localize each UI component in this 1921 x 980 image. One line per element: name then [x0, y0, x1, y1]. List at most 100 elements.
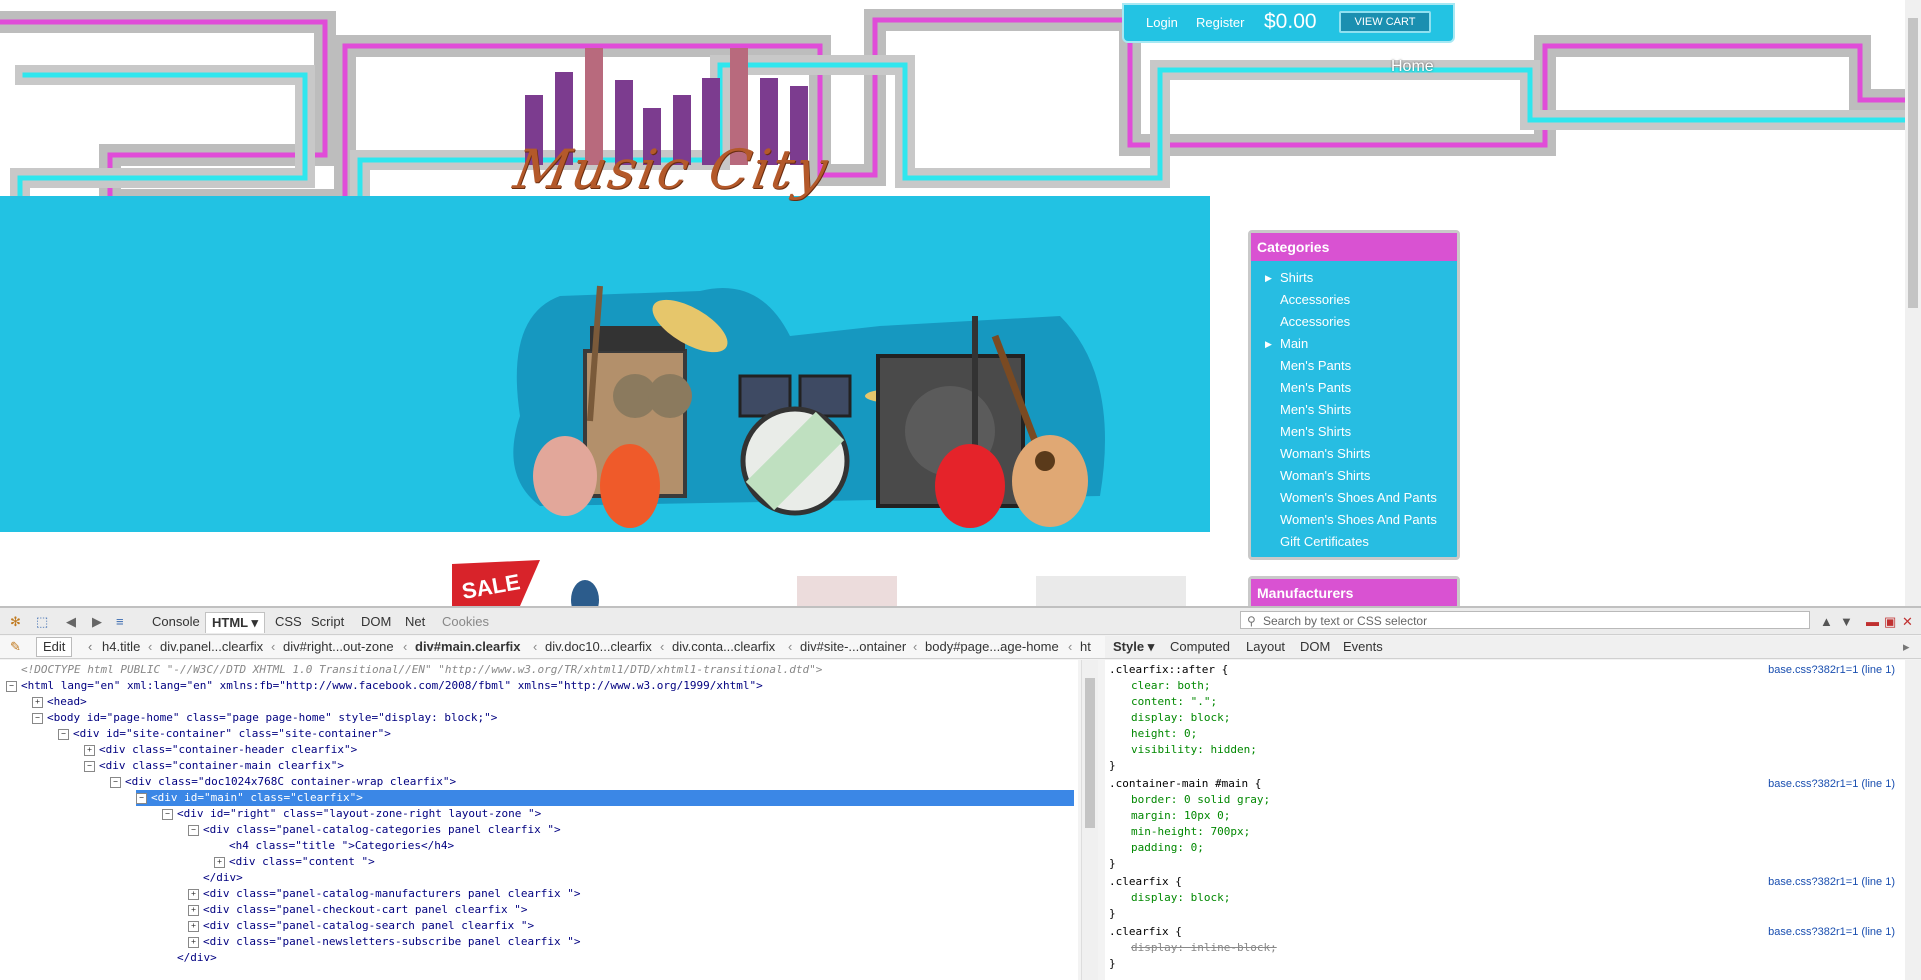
- edit-button[interactable]: Edit: [36, 637, 73, 657]
- style-scrollbar[interactable]: [1905, 660, 1921, 980]
- css-source-link[interactable]: base.css?382r1=1 (line 1): [1768, 924, 1895, 940]
- category-item[interactable]: Men's Pants: [1251, 355, 1457, 377]
- tab-computed[interactable]: Computed: [1170, 639, 1230, 654]
- html-node[interactable]: + <div class="container-header clearfix">: [84, 742, 357, 758]
- collapse-icon[interactable]: −: [32, 712, 43, 724]
- category-item[interactable]: Accessories: [1251, 311, 1457, 333]
- nav-home-link[interactable]: Home: [1391, 58, 1434, 76]
- side-panel-more-icon[interactable]: ▸: [1903, 639, 1910, 655]
- devtools-search-input[interactable]: ⚲ Search by text or CSS selector: [1240, 611, 1810, 629]
- expand-icon[interactable]: +: [32, 696, 43, 708]
- forward-icon[interactable]: ▶: [92, 612, 102, 632]
- html-node[interactable]: − <body id="page-home" class="page page-h…: [32, 710, 497, 726]
- css-property[interactable]: margin: 10px 0;: [1131, 808, 1230, 824]
- expand-icon[interactable]: +: [214, 856, 225, 868]
- tab-dom[interactable]: DOM: [361, 612, 391, 632]
- html-node[interactable]: − <div id="site-container" class="site-co…: [58, 726, 391, 742]
- html-node-selected[interactable]: − <div id="main" class="clearfix">: [136, 790, 1074, 806]
- css-property[interactable]: display: block;: [1131, 890, 1230, 906]
- expand-arrow-icon[interactable]: ▶: [1265, 333, 1272, 355]
- category-item[interactable]: ▶ Main: [1251, 333, 1457, 355]
- back-icon[interactable]: ◀: [66, 612, 76, 632]
- css-property[interactable]: border: 0 solid gray;: [1131, 792, 1270, 808]
- css-selector[interactable]: .clearfix::after {: [1109, 662, 1228, 678]
- expand-icon[interactable]: +: [188, 904, 199, 916]
- category-item[interactable]: Men's Shirts: [1251, 399, 1457, 421]
- detach-icon[interactable]: ▣: [1884, 612, 1896, 632]
- firebug-menu-icon[interactable]: ✻: [10, 612, 21, 632]
- html-node[interactable]: + <div class="panel-checkout-cart panel c…: [188, 902, 528, 918]
- category-item[interactable]: Women's Shoes And Pants: [1251, 509, 1457, 531]
- tab-net[interactable]: Net: [405, 612, 425, 632]
- html-node[interactable]: − <html lang="en" xml:lang="en" xmlns:fb=…: [6, 678, 763, 694]
- collapse-icon[interactable]: −: [136, 792, 147, 804]
- breadcrumb-item[interactable]: div#right...out-zone: [283, 639, 394, 654]
- expand-icon[interactable]: +: [188, 936, 199, 948]
- html-node[interactable]: </div>: [188, 870, 243, 886]
- html-node[interactable]: − <div id="right" class="layout-zone-righ…: [162, 806, 541, 822]
- css-property[interactable]: min-height: 700px;: [1131, 824, 1250, 840]
- tab-layout[interactable]: Layout: [1246, 639, 1285, 654]
- collapse-icon[interactable]: −: [84, 760, 95, 772]
- tab-console[interactable]: Console: [152, 612, 200, 632]
- tab-dom-side[interactable]: DOM: [1300, 639, 1330, 654]
- html-tree-scrollbar[interactable]: [1081, 660, 1098, 980]
- css-property[interactable]: display: block;: [1131, 710, 1230, 726]
- breadcrumb-item[interactable]: ht: [1080, 639, 1091, 654]
- css-selector[interactable]: .container-main #main {: [1109, 776, 1261, 792]
- breadcrumb-item[interactable]: h4.title: [102, 639, 140, 654]
- command-line-icon[interactable]: ≡: [116, 612, 124, 632]
- css-source-link[interactable]: base.css?382r1=1 (line 1): [1768, 874, 1895, 890]
- page-scrollbar-thumb[interactable]: [1908, 18, 1918, 308]
- expand-icon[interactable]: +: [188, 888, 199, 900]
- tab-events[interactable]: Events: [1343, 639, 1383, 654]
- minimize-icon[interactable]: ▬: [1866, 612, 1879, 632]
- css-property[interactable]: visibility: hidden;: [1131, 742, 1257, 758]
- category-item[interactable]: Accessories: [1251, 289, 1457, 311]
- register-link[interactable]: Register: [1196, 15, 1244, 30]
- category-item[interactable]: Woman's Shirts: [1251, 443, 1457, 465]
- category-item[interactable]: Woman's Shirts: [1251, 465, 1457, 487]
- html-node[interactable]: − <div class="panel-catalog-categories pa…: [188, 822, 561, 838]
- html-node[interactable]: <h4 class="title ">Categories</h4>: [214, 838, 454, 854]
- css-property[interactable]: height: 0;: [1131, 726, 1197, 742]
- category-item[interactable]: Men's Pants: [1251, 377, 1457, 399]
- html-node[interactable]: + <div class="panel-catalog-manufacturers…: [188, 886, 581, 902]
- css-property[interactable]: display: inline-block;: [1131, 940, 1277, 956]
- collapse-icon[interactable]: −: [188, 824, 199, 836]
- search-down-icon[interactable]: ▼: [1840, 612, 1853, 632]
- page-scrollbar[interactable]: [1905, 0, 1921, 606]
- html-node[interactable]: − <div class="doc1024x768C container-wrap…: [110, 774, 456, 790]
- collapse-icon[interactable]: −: [162, 808, 173, 820]
- css-property[interactable]: clear: both;: [1131, 678, 1210, 694]
- expand-icon[interactable]: +: [84, 744, 95, 756]
- breadcrumb-item[interactable]: body#page...age-home: [925, 639, 1059, 654]
- html-node[interactable]: + <div class="panel-newsletters-subscribe…: [188, 934, 581, 950]
- html-node[interactable]: + <div class="panel-catalog-search panel …: [188, 918, 534, 934]
- tab-script[interactable]: Script: [311, 612, 344, 632]
- collapse-icon[interactable]: −: [58, 728, 69, 740]
- breadcrumb-item[interactable]: div.doc10...clearfix: [545, 639, 652, 654]
- category-item[interactable]: Women's Shoes And Pants: [1251, 487, 1457, 509]
- expand-icon[interactable]: +: [188, 920, 199, 932]
- close-icon[interactable]: ✕: [1902, 612, 1913, 632]
- search-up-icon[interactable]: ▲: [1820, 612, 1833, 632]
- html-node[interactable]: </div>: [162, 950, 217, 966]
- crumb-scroll-left-icon[interactable]: ‹: [88, 639, 92, 654]
- css-source-link[interactable]: base.css?382r1=1 (line 1): [1768, 776, 1895, 792]
- css-property[interactable]: content: ".";: [1131, 694, 1217, 710]
- css-property[interactable]: padding: 0;: [1131, 840, 1204, 856]
- html-node[interactable]: <!DOCTYPE html PUBLIC "-//W3C//DTD XHTML…: [6, 662, 822, 678]
- site-logo[interactable]: Music City: [509, 138, 833, 201]
- edit-icon[interactable]: ✎: [10, 639, 21, 655]
- inspect-icon[interactable]: ⬚: [36, 612, 48, 632]
- html-tree-scrollbar-thumb[interactable]: [1085, 678, 1095, 828]
- css-source-link[interactable]: base.css?382r1=1 (line 1): [1768, 662, 1895, 678]
- collapse-icon[interactable]: −: [6, 680, 17, 692]
- tab-css[interactable]: CSS: [275, 612, 302, 632]
- tab-cookies[interactable]: Cookies: [442, 612, 489, 632]
- css-selector[interactable]: .clearfix {: [1109, 924, 1182, 940]
- view-cart-button[interactable]: VIEW CART: [1339, 11, 1431, 33]
- html-node[interactable]: + <head>: [32, 694, 87, 710]
- collapse-icon[interactable]: −: [110, 776, 121, 788]
